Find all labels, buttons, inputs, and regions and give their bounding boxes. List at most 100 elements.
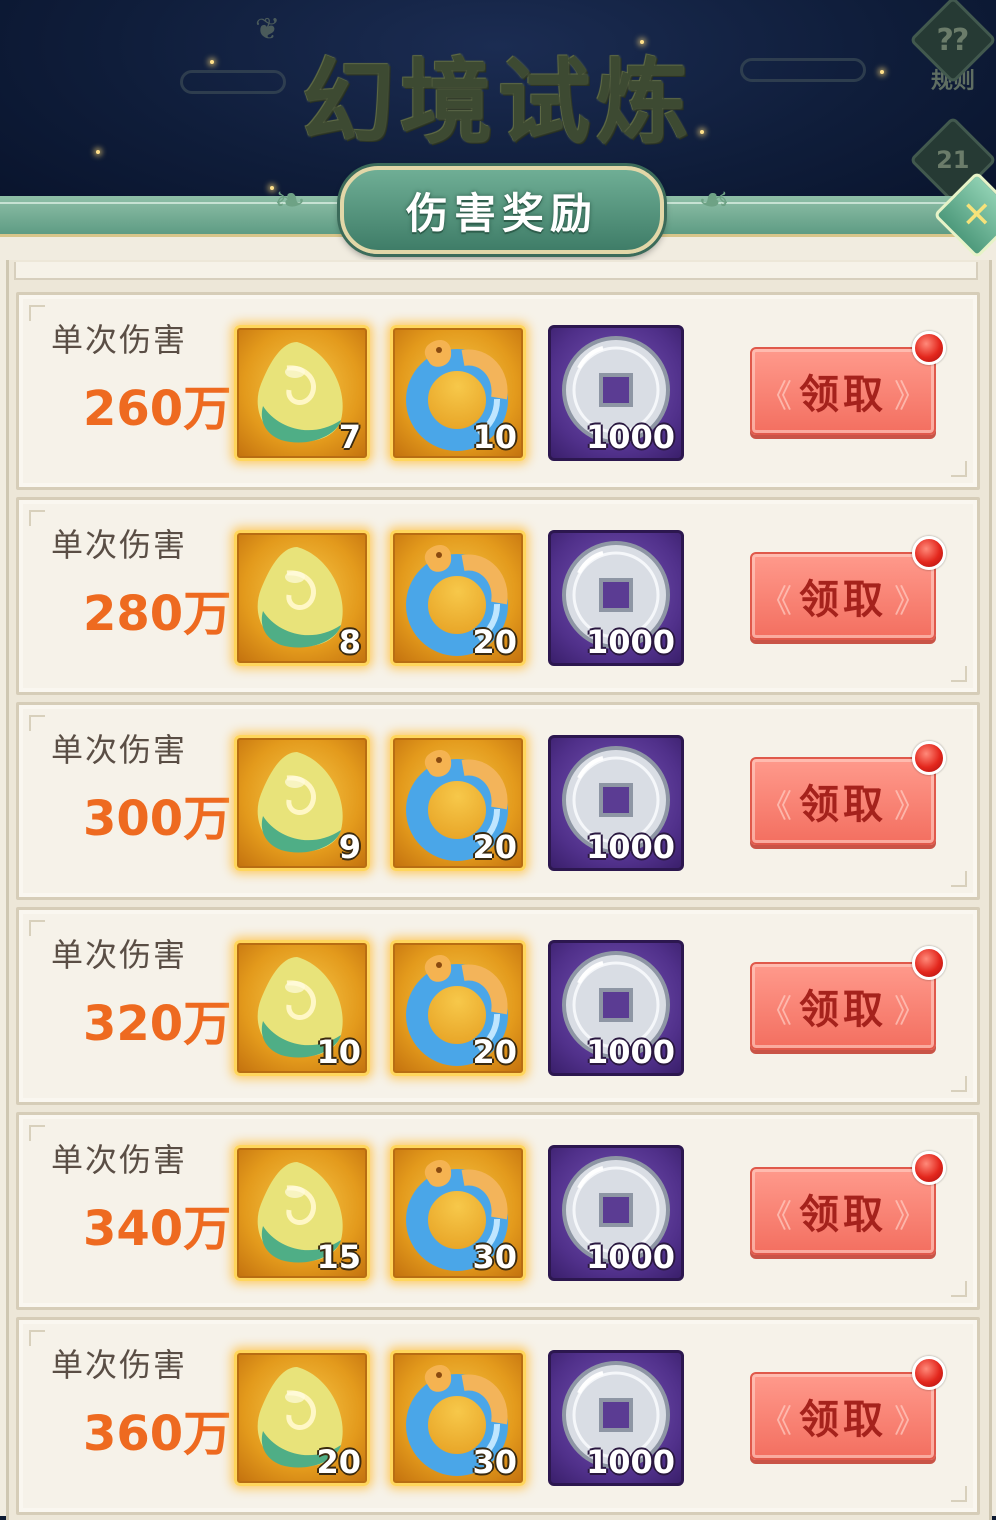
reward-row: 单次伤害 320万 10 20 1000 《领取》 — [16, 907, 980, 1105]
page-title: 幻境试炼 — [301, 48, 694, 156]
cloud-pattern-icon: 》 — [893, 1197, 926, 1235]
item-count: 8 — [338, 623, 361, 661]
cloud-pattern-icon: 《 — [760, 787, 793, 825]
reward-item-silver-coin[interactable]: 1000 — [548, 735, 684, 871]
corner-ornament — [951, 461, 967, 477]
corner-ornament — [951, 666, 967, 682]
reward-item-jade-ring[interactable]: 20 — [390, 940, 526, 1076]
damage-label: 单次伤害 — [51, 936, 188, 974]
damage-threshold: 300万 — [83, 791, 232, 847]
item-count: 20 — [472, 623, 517, 661]
reward-item-silver-coin[interactable]: 1000 — [548, 1145, 684, 1281]
damage-label: 单次伤害 — [51, 321, 188, 359]
reward-row: 单次伤害 260万 7 10 1000 《领取》 — [16, 292, 980, 490]
reward-item-jade-stone[interactable]: 8 — [234, 530, 370, 666]
cloud-pattern-icon: 》 — [893, 787, 926, 825]
claim-button[interactable]: 《领取》 — [750, 552, 936, 640]
corner-ornament — [29, 920, 45, 936]
reward-row: 单次伤害 300万 9 20 1000 《领取》 — [16, 702, 980, 900]
item-count: 15 — [316, 1238, 361, 1276]
item-count: 30 — [472, 1238, 517, 1276]
notification-dot — [912, 331, 946, 365]
rules-button[interactable]: ⁇ 规则 — [909, 0, 996, 98]
damage-threshold: 280万 — [83, 586, 232, 642]
cloud-pattern-icon: 《 — [760, 582, 793, 620]
corner-ornament — [951, 1486, 967, 1502]
cloud-pattern-icon: 《 — [760, 992, 793, 1030]
cloud-pattern-icon: 》 — [893, 992, 926, 1030]
corner-ornament — [951, 1076, 967, 1092]
claim-button[interactable]: 《领取》 — [750, 962, 936, 1050]
reward-item-jade-ring[interactable]: 30 — [390, 1145, 526, 1281]
cloud-pattern-icon: 》 — [893, 582, 926, 620]
corner-ornament — [29, 510, 45, 526]
reward-item-jade-ring[interactable]: 20 — [390, 530, 526, 666]
reward-item-jade-stone[interactable]: 10 — [234, 940, 370, 1076]
claim-label: 领取 — [799, 782, 887, 828]
corner-ornament — [29, 1330, 45, 1346]
claim-label: 领取 — [799, 1192, 887, 1238]
reward-item-silver-coin[interactable]: 1000 — [548, 530, 684, 666]
claim-button[interactable]: 《领取》 — [750, 1167, 936, 1255]
corner-ornament — [29, 305, 45, 321]
list-top-edge — [14, 262, 978, 280]
reward-item-jade-stone[interactable]: 15 — [234, 1145, 370, 1281]
cloud-pattern-icon: 《 — [760, 377, 793, 415]
notification-dot — [912, 1151, 946, 1185]
item-count: 1000 — [585, 623, 675, 661]
reward-row: 单次伤害 280万 8 20 1000 《领取》 — [16, 497, 980, 695]
item-count: 9 — [338, 828, 361, 866]
reward-item-jade-ring[interactable]: 10 — [390, 325, 526, 461]
item-count: 30 — [472, 1443, 517, 1481]
damage-threshold: 340万 — [83, 1201, 232, 1257]
item-count: 10 — [472, 418, 517, 456]
item-count: 1000 — [585, 1238, 675, 1276]
corner-ornament — [951, 871, 967, 887]
leaf-ornament-icon: ❧ — [698, 178, 730, 222]
item-count: 7 — [338, 418, 361, 456]
reward-item-jade-ring[interactable]: 30 — [390, 1350, 526, 1486]
item-count: 20 — [472, 828, 517, 866]
damage-threshold: 320万 — [83, 996, 232, 1052]
notification-dot — [912, 536, 946, 570]
item-count: 10 — [316, 1033, 361, 1071]
reward-item-silver-coin[interactable]: 1000 — [548, 1350, 684, 1486]
item-count: 1000 — [585, 1443, 675, 1481]
reward-item-jade-stone[interactable]: 7 — [234, 325, 370, 461]
item-count: 1000 — [585, 418, 675, 456]
leaf-ornament-icon: ❧ — [274, 178, 306, 222]
reward-item-jade-ring[interactable]: 20 — [390, 735, 526, 871]
corner-ornament — [29, 1125, 45, 1141]
item-count: 1000 — [585, 828, 675, 866]
claim-button[interactable]: 《领取》 — [750, 757, 936, 845]
claim-button[interactable]: 《领取》 — [750, 347, 936, 435]
rules-scroll-icon: ⁇ — [909, 0, 996, 84]
damage-threshold: 360万 — [83, 1406, 232, 1462]
claim-button[interactable]: 《领取》 — [750, 1372, 936, 1460]
item-count: 1000 — [585, 1033, 675, 1071]
notification-dot — [912, 946, 946, 980]
damage-label: 单次伤害 — [51, 1346, 188, 1384]
reward-item-jade-stone[interactable]: 9 — [234, 735, 370, 871]
panel-title: 伤害奖励 — [405, 188, 598, 238]
cloud-pattern-icon: 《 — [760, 1402, 793, 1440]
reward-item-jade-stone[interactable]: 20 — [234, 1350, 370, 1486]
cloud-pattern-icon: 》 — [893, 1402, 926, 1440]
damage-label: 单次伤害 — [51, 526, 188, 564]
claim-label: 领取 — [799, 987, 887, 1033]
item-count: 20 — [472, 1033, 517, 1071]
reward-item-silver-coin[interactable]: 1000 — [548, 325, 684, 461]
claim-label: 领取 — [799, 372, 887, 418]
damage-label: 单次伤害 — [51, 731, 188, 769]
item-count: 20 — [316, 1443, 361, 1481]
panel-title-plaque: ❧ 伤害奖励 ❧ — [274, 166, 730, 254]
damage-label: 单次伤害 — [51, 1141, 188, 1179]
corner-ornament — [29, 715, 45, 731]
reward-row: 单次伤害 340万 15 30 1000 《领取》 — [16, 1112, 980, 1310]
reward-row: 单次伤害 360万 20 30 1000 《领取》 — [16, 1317, 980, 1515]
claim-label: 领取 — [799, 1397, 887, 1443]
close-icon: ✕ — [961, 194, 993, 236]
corner-ornament — [951, 1281, 967, 1297]
reward-item-silver-coin[interactable]: 1000 — [548, 940, 684, 1076]
claim-label: 领取 — [799, 577, 887, 623]
